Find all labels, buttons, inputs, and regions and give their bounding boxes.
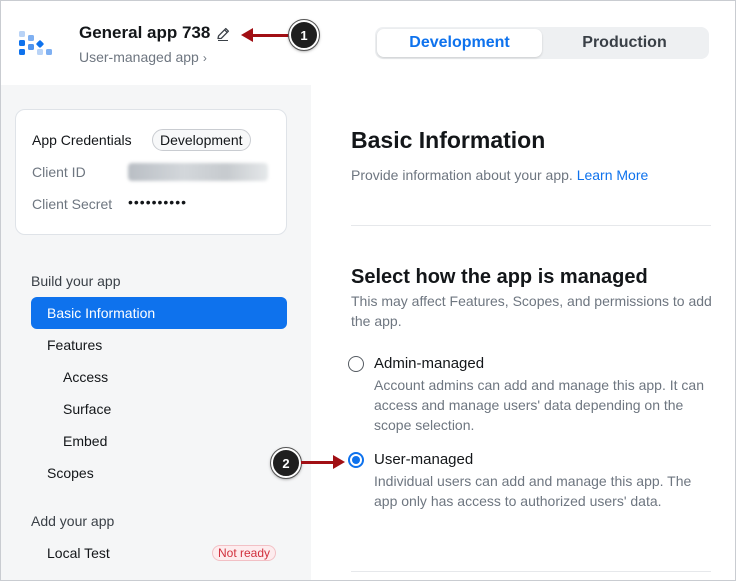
app-header: General app 738 User-managed app › 1 Deve… xyxy=(1,1,735,85)
app-window: General app 738 User-managed app › 1 Deve… xyxy=(0,0,736,581)
app-type-link[interactable]: User-managed app › xyxy=(79,49,207,65)
admin-managed-label[interactable]: Admin-managed xyxy=(374,355,484,372)
sidebar-item-local-test[interactable]: Local Test xyxy=(47,545,110,561)
admin-managed-radio[interactable] xyxy=(348,356,364,372)
callout-marker-1: 1 xyxy=(288,19,320,51)
tab-development[interactable]: Development xyxy=(377,29,542,57)
sidebar-item-surface[interactable]: Surface xyxy=(63,401,111,417)
sidebar: App Credentials Development Client ID Cl… xyxy=(1,85,311,580)
section-divider-bottom xyxy=(351,571,711,572)
sidebar-item-features[interactable]: Features xyxy=(47,337,102,353)
section-divider xyxy=(351,225,711,226)
page-title: Basic Information xyxy=(351,127,546,153)
credentials-title: App Credentials xyxy=(32,132,132,148)
client-secret-label: Client Secret xyxy=(32,196,113,212)
chevron-right-icon: › xyxy=(202,51,207,65)
environment-badge: Development xyxy=(152,129,251,151)
section-title: Select how the app is managed xyxy=(351,266,648,288)
app-type-label: User-managed app xyxy=(79,49,199,65)
callout-marker-2: 2 xyxy=(270,447,302,479)
tab-production[interactable]: Production xyxy=(542,29,707,57)
user-managed-radio[interactable] xyxy=(348,452,364,468)
user-managed-label[interactable]: User-managed xyxy=(374,451,473,468)
callout-arrow-2 xyxy=(301,455,345,469)
pencil-edit-icon[interactable] xyxy=(215,26,231,42)
main-content: Basic Information Provide information ab… xyxy=(311,85,735,580)
page-description: Provide information about your app. Lear… xyxy=(351,167,648,183)
admin-managed-description: Account admins can add and manage this a… xyxy=(374,377,704,433)
sidebar-item-access[interactable]: Access xyxy=(63,369,108,385)
nav-section-add: Add your app xyxy=(31,513,115,529)
app-name: General app 738 xyxy=(79,23,211,42)
app-logo-icon xyxy=(19,31,52,55)
page-description-text: Provide information about your app. xyxy=(351,167,573,183)
section-description: This may affect Features, Scopes, and pe… xyxy=(351,293,712,329)
environment-toggle: Development Production xyxy=(375,27,709,59)
client-id-value-blurred xyxy=(128,163,268,181)
app-credentials-card: App Credentials Development Client ID Cl… xyxy=(15,109,287,235)
callout-arrow-1 xyxy=(241,28,291,42)
client-id-label: Client ID xyxy=(32,164,86,180)
user-managed-description: Individual users can add and manage this… xyxy=(374,473,692,509)
status-badge-not-ready: Not ready xyxy=(212,545,277,561)
nav-section-build: Build your app xyxy=(31,273,121,289)
sidebar-item-scopes[interactable]: Scopes xyxy=(47,465,94,481)
sidebar-item-basic-information[interactable]: Basic Information xyxy=(31,297,287,329)
learn-more-link[interactable]: Learn More xyxy=(577,167,649,183)
client-secret-value: •••••••••• xyxy=(128,194,188,210)
sidebar-item-embed[interactable]: Embed xyxy=(63,433,107,449)
